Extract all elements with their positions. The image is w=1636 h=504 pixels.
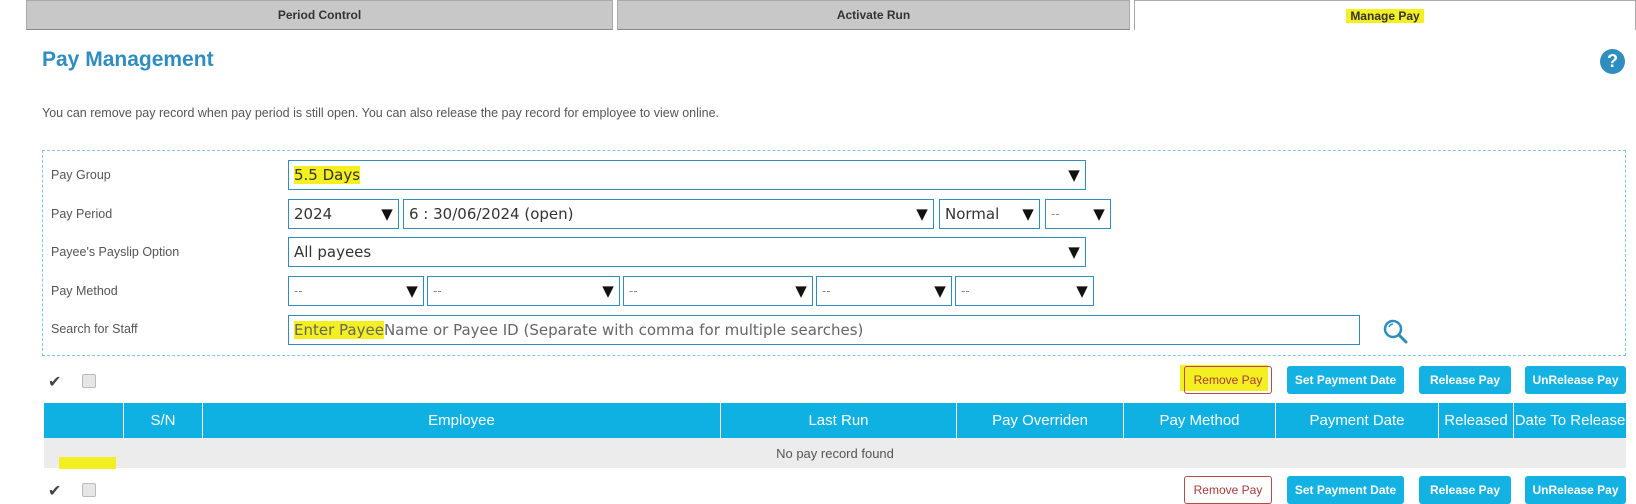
- payslip-option-label: Payee's Payslip Option: [51, 245, 180, 259]
- column-pay-method[interactable]: Pay Method: [1123, 403, 1275, 438]
- empty-table-message: No pay record found: [44, 438, 1626, 468]
- column-last-run[interactable]: Last Run: [720, 403, 956, 438]
- chevron-down-icon: ▼: [916, 205, 928, 223]
- pay-method-select-3[interactable]: -- ▼: [623, 276, 813, 306]
- tab-manage-pay[interactable]: Manage Pay: [1134, 0, 1636, 30]
- column-pay-overriden[interactable]: Pay Overriden: [956, 403, 1123, 438]
- chevron-down-icon: ▼: [381, 205, 393, 223]
- page-description: You can remove pay record when pay perio…: [42, 106, 720, 120]
- pay-period-extra-select[interactable]: -- ▼: [1045, 199, 1111, 229]
- chevron-down-icon: ▼: [1022, 205, 1034, 223]
- pay-method-select-2[interactable]: -- ▼: [427, 276, 620, 306]
- chevron-down-icon: ▼: [934, 282, 946, 300]
- table-header: S/N Employee Last Run Pay Overriden Pay …: [44, 403, 1626, 438]
- pay-period-year-value: 2024: [294, 205, 333, 223]
- tab-label: Period Control: [277, 8, 362, 22]
- payslip-option-value: All payees: [294, 243, 372, 261]
- pay-method-select-5[interactable]: -- ▼: [955, 276, 1094, 306]
- pay-group-select[interactable]: 5.5 Days ▼: [288, 160, 1086, 190]
- pay-method-value: --: [433, 284, 442, 298]
- search-placeholder: Name or Payee ID (Separate with comma fo…: [383, 321, 864, 339]
- release-pay-button-bottom[interactable]: Release Pay: [1419, 476, 1511, 504]
- pay-method-value: --: [961, 284, 970, 298]
- tab-period-control[interactable]: Period Control: [26, 0, 613, 30]
- search-placeholder-highlight: Enter Payee: [294, 321, 384, 339]
- pay-method-value: --: [822, 284, 831, 298]
- chevron-down-icon: ▼: [406, 282, 418, 300]
- search-input[interactable]: Enter Payee Name or Payee ID (Separate w…: [288, 315, 1360, 345]
- page-title: Pay Management: [42, 48, 214, 71]
- pay-method-value: --: [629, 284, 638, 298]
- select-all-check-icon-bottom[interactable]: ✔: [48, 481, 61, 500]
- pay-period-select[interactable]: 6 : 30/06/2024 (open) ▼: [403, 199, 934, 229]
- column-employee[interactable]: Employee: [202, 403, 720, 438]
- remove-pay-button-bottom[interactable]: Remove Pay: [1184, 476, 1272, 504]
- column-payment-date[interactable]: Payment Date: [1275, 403, 1438, 438]
- pay-period-type-value: Normal: [945, 205, 1000, 223]
- unrelease-pay-button[interactable]: UnRelease Pay: [1525, 366, 1626, 394]
- chevron-down-icon: ▼: [795, 282, 807, 300]
- pay-group-value: 5.5 Days: [294, 166, 361, 184]
- set-payment-date-button-bottom[interactable]: Set Payment Date: [1287, 476, 1404, 504]
- pay-method-value: --: [294, 284, 303, 298]
- pay-method-select-4[interactable]: -- ▼: [816, 276, 952, 306]
- chevron-down-icon: ▼: [1068, 166, 1080, 184]
- tab-activate-run[interactable]: Activate Run: [617, 0, 1130, 30]
- pay-period-year-select[interactable]: 2024 ▼: [288, 199, 399, 229]
- chevron-down-icon: ▼: [1068, 243, 1080, 261]
- select-all-checkbox[interactable]: [82, 374, 96, 388]
- pay-period-type-select[interactable]: Normal ▼: [939, 199, 1040, 229]
- search-staff-label: Search for Staff: [51, 322, 138, 336]
- tab-label: Activate Run: [836, 8, 911, 22]
- release-pay-button[interactable]: Release Pay: [1419, 366, 1511, 394]
- chevron-down-icon: ▼: [602, 282, 614, 300]
- chevron-down-icon: ▼: [1076, 282, 1088, 300]
- pay-method-select-1[interactable]: -- ▼: [288, 276, 424, 306]
- column-sn[interactable]: S/N: [123, 403, 202, 438]
- pay-period-value: 6 : 30/06/2024 (open): [409, 205, 574, 223]
- column-select: [44, 403, 123, 438]
- unrelease-pay-button-bottom[interactable]: UnRelease Pay: [1525, 476, 1626, 504]
- highlight-mark: [59, 457, 116, 469]
- remove-pay-button[interactable]: Remove Pay: [1184, 366, 1272, 394]
- chevron-down-icon: ▼: [1093, 205, 1105, 223]
- select-all-checkbox-bottom[interactable]: [82, 483, 96, 497]
- set-payment-date-button[interactable]: Set Payment Date: [1287, 366, 1404, 394]
- tab-label: Manage Pay: [1346, 8, 1424, 23]
- pay-group-label: Pay Group: [51, 168, 111, 182]
- pay-period-extra-value: --: [1051, 207, 1060, 221]
- pay-period-label: Pay Period: [51, 207, 113, 221]
- search-icon[interactable]: [1382, 318, 1408, 349]
- pay-method-label: Pay Method: [51, 284, 118, 298]
- help-icon[interactable]: ?: [1600, 49, 1625, 74]
- payslip-option-select[interactable]: All payees ▼: [288, 237, 1086, 267]
- column-date-to-release[interactable]: Date To Release: [1513, 403, 1626, 438]
- column-released[interactable]: Released: [1438, 403, 1513, 438]
- select-all-check-icon[interactable]: ✔: [48, 372, 61, 391]
